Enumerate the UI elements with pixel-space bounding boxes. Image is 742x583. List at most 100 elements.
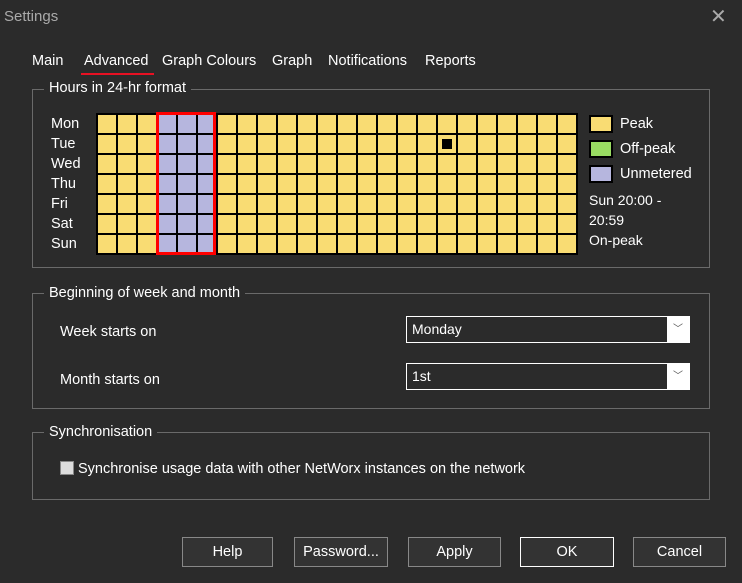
hour-cell-sat-21[interactable] [518, 215, 538, 235]
hour-cell-mon-10[interactable] [298, 115, 318, 135]
hour-cell-thu-3[interactable] [158, 175, 178, 195]
hour-cell-sat-12[interactable] [338, 215, 358, 235]
hour-cell-wed-7[interactable] [238, 155, 258, 175]
hour-cell-sun-16[interactable] [418, 235, 438, 255]
hour-cell-sun-7[interactable] [238, 235, 258, 255]
hour-cell-thu-17[interactable] [438, 175, 458, 195]
hour-cell-sat-0[interactable] [98, 215, 118, 235]
hour-cell-thu-22[interactable] [538, 175, 558, 195]
hour-cell-wed-1[interactable] [118, 155, 138, 175]
hour-cell-sat-8[interactable] [258, 215, 278, 235]
hour-cell-mon-23[interactable] [558, 115, 578, 135]
hour-cell-sat-9[interactable] [278, 215, 298, 235]
hour-cell-thu-21[interactable] [518, 175, 538, 195]
hour-cell-tue-18[interactable] [458, 135, 478, 155]
hour-cell-mon-21[interactable] [518, 115, 538, 135]
hour-cell-sun-19[interactable] [478, 235, 498, 255]
hour-cell-tue-16[interactable] [418, 135, 438, 155]
hour-cell-sat-2[interactable] [138, 215, 158, 235]
hour-cell-thu-8[interactable] [258, 175, 278, 195]
close-icon[interactable]: ✕ [710, 4, 727, 29]
hour-cell-fri-15[interactable] [398, 195, 418, 215]
hour-cell-sat-16[interactable] [418, 215, 438, 235]
hour-cell-tue-19[interactable] [478, 135, 498, 155]
hour-cell-tue-21[interactable] [518, 135, 538, 155]
hour-cell-tue-11[interactable] [318, 135, 338, 155]
hour-cell-sun-22[interactable] [538, 235, 558, 255]
hour-cell-thu-13[interactable] [358, 175, 378, 195]
hour-cell-mon-3[interactable] [158, 115, 178, 135]
hour-cell-thu-20[interactable] [498, 175, 518, 195]
hour-cell-fri-18[interactable] [458, 195, 478, 215]
hour-cell-wed-15[interactable] [398, 155, 418, 175]
hour-cell-fri-8[interactable] [258, 195, 278, 215]
hour-cell-mon-15[interactable] [398, 115, 418, 135]
hour-cell-mon-22[interactable] [538, 115, 558, 135]
hour-cell-wed-20[interactable] [498, 155, 518, 175]
hour-cell-sun-10[interactable] [298, 235, 318, 255]
hour-cell-sun-17[interactable] [438, 235, 458, 255]
chevron-down-icon[interactable]: ﹀ [667, 317, 689, 342]
hour-cell-sat-14[interactable] [378, 215, 398, 235]
hour-cell-tue-5[interactable] [198, 135, 218, 155]
sync-checkbox-label[interactable]: Synchronise usage data with other NetWor… [78, 461, 525, 477]
hour-cell-sat-20[interactable] [498, 215, 518, 235]
hour-cell-sat-4[interactable] [178, 215, 198, 235]
hour-cell-fri-3[interactable] [158, 195, 178, 215]
help-button[interactable]: Help [182, 537, 273, 567]
hour-cell-sun-9[interactable] [278, 235, 298, 255]
hour-cell-thu-6[interactable] [218, 175, 238, 195]
hour-cell-thu-5[interactable] [198, 175, 218, 195]
hour-cell-wed-17[interactable] [438, 155, 458, 175]
hour-cell-mon-19[interactable] [478, 115, 498, 135]
hour-cell-mon-14[interactable] [378, 115, 398, 135]
hour-cell-fri-22[interactable] [538, 195, 558, 215]
month-starts-dropdown[interactable]: 1st ﹀ [406, 363, 690, 390]
hour-cell-tue-13[interactable] [358, 135, 378, 155]
hour-cell-tue-20[interactable] [498, 135, 518, 155]
hour-cell-thu-14[interactable] [378, 175, 398, 195]
hour-cell-sun-3[interactable] [158, 235, 178, 255]
hour-cell-sun-23[interactable] [558, 235, 578, 255]
hour-cell-fri-0[interactable] [98, 195, 118, 215]
tab-main[interactable]: Main [32, 53, 63, 69]
hour-cell-thu-18[interactable] [458, 175, 478, 195]
hour-cell-mon-17[interactable] [438, 115, 458, 135]
hour-cell-sun-15[interactable] [398, 235, 418, 255]
hour-cell-fri-9[interactable] [278, 195, 298, 215]
hour-cell-thu-19[interactable] [478, 175, 498, 195]
hour-cell-wed-16[interactable] [418, 155, 438, 175]
password-button[interactable]: Password... [294, 537, 388, 567]
tab-graph-colours[interactable]: Graph Colours [162, 53, 256, 69]
hour-cell-tue-23[interactable] [558, 135, 578, 155]
hour-cell-sun-18[interactable] [458, 235, 478, 255]
hour-cell-fri-5[interactable] [198, 195, 218, 215]
hour-cell-mon-5[interactable] [198, 115, 218, 135]
hour-cell-sun-0[interactable] [98, 235, 118, 255]
hour-cell-fri-7[interactable] [238, 195, 258, 215]
hour-cell-wed-11[interactable] [318, 155, 338, 175]
hour-cell-tue-17[interactable] [438, 135, 458, 155]
tab-graph[interactable]: Graph [272, 53, 312, 69]
hour-cell-tue-8[interactable] [258, 135, 278, 155]
hour-cell-sun-21[interactable] [518, 235, 538, 255]
hour-cell-wed-8[interactable] [258, 155, 278, 175]
hour-cell-mon-7[interactable] [238, 115, 258, 135]
hour-cell-sun-20[interactable] [498, 235, 518, 255]
hour-cell-mon-0[interactable] [98, 115, 118, 135]
hour-cell-tue-7[interactable] [238, 135, 258, 155]
hour-cell-sat-17[interactable] [438, 215, 458, 235]
hour-cell-sat-11[interactable] [318, 215, 338, 235]
cancel-button[interactable]: Cancel [633, 537, 726, 567]
hour-cell-fri-17[interactable] [438, 195, 458, 215]
hour-cell-thu-7[interactable] [238, 175, 258, 195]
hour-cell-tue-2[interactable] [138, 135, 158, 155]
hour-cell-sun-11[interactable] [318, 235, 338, 255]
hour-cell-mon-9[interactable] [278, 115, 298, 135]
hour-cell-wed-14[interactable] [378, 155, 398, 175]
hour-cell-mon-16[interactable] [418, 115, 438, 135]
hour-cell-mon-6[interactable] [218, 115, 238, 135]
hour-cell-fri-23[interactable] [558, 195, 578, 215]
hour-cell-fri-10[interactable] [298, 195, 318, 215]
hour-cell-mon-2[interactable] [138, 115, 158, 135]
